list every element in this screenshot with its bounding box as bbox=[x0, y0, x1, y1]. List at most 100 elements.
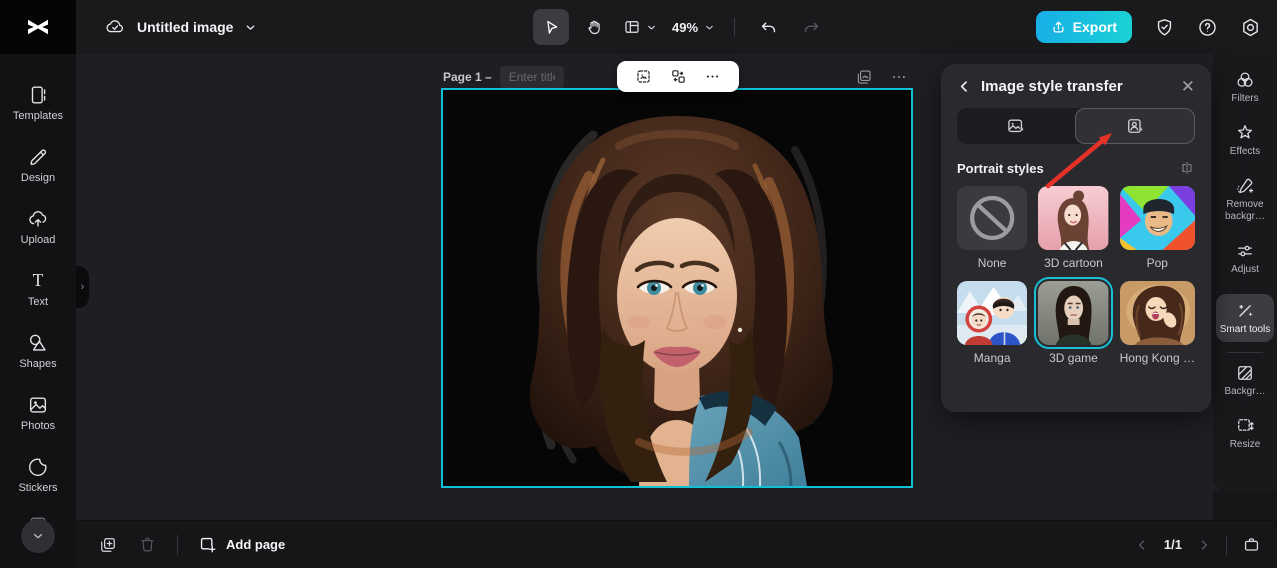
style-option-pop[interactable]: Pop bbox=[1119, 186, 1195, 270]
image-editor-app: Untitled image 49% Export Templates Desi… bbox=[0, 0, 1277, 568]
duplicate-page-button[interactable] bbox=[98, 535, 118, 555]
right-toolbar: Filters Effects Remove backgr… Adjust Sm… bbox=[1213, 54, 1277, 491]
style-mode-tabs bbox=[957, 108, 1195, 144]
style-option-manga[interactable]: Manga bbox=[957, 281, 1028, 365]
chevron-down-icon bbox=[648, 25, 655, 29]
shapes-icon bbox=[29, 334, 46, 351]
add-page-icon bbox=[200, 537, 216, 553]
portrait-style-grid: None 3D cartoon Pop Manga 3D game Hong K… bbox=[957, 186, 1195, 365]
app-logo[interactable] bbox=[0, 0, 76, 54]
page-label: Page 1 – bbox=[443, 70, 492, 84]
canvas-floating-toolbar bbox=[617, 61, 739, 92]
style-thumb-pop bbox=[1119, 186, 1195, 250]
compare-flip-icon[interactable] bbox=[1179, 160, 1195, 176]
page-indicator: 1/1 bbox=[1163, 537, 1182, 552]
duplicate-page-icon[interactable] bbox=[855, 68, 873, 86]
export-label: Export bbox=[1072, 19, 1117, 35]
sidebar-collapse-button[interactable] bbox=[21, 519, 55, 553]
panel-close-button[interactable]: ✕ bbox=[1181, 78, 1195, 95]
svg-text:T: T bbox=[33, 270, 44, 290]
style-thumb-3d-cartoon bbox=[1038, 186, 1109, 250]
tool-filters[interactable]: Filters bbox=[1216, 70, 1274, 105]
style-option-hong-kong[interactable]: Hong Kong … bbox=[1119, 281, 1195, 365]
left-sidebar: Templates Design Upload T Text Shapes Ph… bbox=[0, 54, 76, 568]
background-icon bbox=[1238, 366, 1252, 380]
divider bbox=[177, 534, 178, 555]
export-button[interactable]: Export bbox=[1035, 11, 1132, 43]
sidebar-item-shapes[interactable]: Shapes bbox=[0, 332, 76, 370]
remove-background-icon bbox=[1237, 178, 1254, 194]
image-style-transfer-panel: Image style transfer ✕ Portrait styles N… bbox=[941, 64, 1211, 412]
style-thumb-3d-game bbox=[1034, 277, 1113, 349]
cloud-sync-icon bbox=[104, 16, 126, 38]
panel-back-button[interactable] bbox=[957, 79, 972, 94]
sidebar-item-stickers[interactable]: Stickers bbox=[0, 456, 76, 494]
tool-resize[interactable]: Resize bbox=[1216, 416, 1274, 451]
canvas-page[interactable] bbox=[441, 88, 913, 488]
photos-icon bbox=[29, 397, 47, 413]
panel-expand-handle[interactable]: › bbox=[76, 266, 89, 308]
sidebar-item-design[interactable]: Design bbox=[0, 146, 76, 184]
tool-effects[interactable]: Effects bbox=[1216, 123, 1274, 158]
effects-star-icon bbox=[1237, 125, 1253, 139]
capcut-logo-icon bbox=[28, 19, 48, 35]
undo-button[interactable] bbox=[750, 9, 786, 45]
add-page-label: Add page bbox=[226, 537, 286, 552]
tool-background[interactable]: Backgr… bbox=[1216, 363, 1274, 398]
add-page-button[interactable]: Add page bbox=[198, 535, 285, 554]
redo-button[interactable] bbox=[793, 9, 829, 45]
filters-icon bbox=[1237, 72, 1253, 87]
divider bbox=[1227, 352, 1263, 353]
style-option-3d-game[interactable]: 3D game bbox=[1034, 277, 1113, 365]
hand-tool-button[interactable] bbox=[576, 9, 612, 45]
stickers-icon bbox=[29, 458, 47, 476]
divider bbox=[1226, 534, 1227, 555]
present-button[interactable] bbox=[1242, 535, 1261, 554]
divider bbox=[734, 18, 736, 36]
tab-portrait-style[interactable] bbox=[1075, 108, 1195, 144]
zoom-level: 49% bbox=[672, 19, 699, 35]
title-chevron-down-icon[interactable] bbox=[244, 21, 257, 34]
tool-smart-tools[interactable]: Smart tools bbox=[1216, 294, 1274, 342]
layout-icon bbox=[625, 21, 639, 33]
prohibited-icon bbox=[970, 195, 1015, 241]
layout-tool-button[interactable] bbox=[619, 9, 661, 45]
page-more-icon[interactable] bbox=[890, 68, 908, 86]
next-page-button[interactable] bbox=[1197, 538, 1211, 552]
bottom-bar: Add page 1/1 bbox=[76, 520, 1277, 568]
adjust-sliders-icon bbox=[1238, 245, 1252, 257]
previous-page-button[interactable] bbox=[1135, 538, 1149, 552]
zoom-dropdown[interactable]: 49% bbox=[668, 20, 719, 35]
style-option-3d-cartoon[interactable]: 3D cartoon bbox=[1038, 186, 1109, 270]
tab-image-style[interactable] bbox=[957, 108, 1075, 144]
chevron-down-icon bbox=[706, 25, 713, 29]
help-icon[interactable] bbox=[1197, 17, 1218, 38]
select-tool-button[interactable] bbox=[533, 9, 569, 45]
portrait-style-icon bbox=[1128, 119, 1143, 133]
sidebar-item-text[interactable]: T Text bbox=[0, 270, 76, 308]
top-bar: Untitled image 49% Export bbox=[0, 0, 1277, 54]
sidebar-item-upload[interactable]: Upload bbox=[0, 208, 76, 246]
sidebar-item-templates[interactable]: Templates bbox=[0, 84, 76, 122]
tool-remove-background[interactable]: Remove backgr… bbox=[1216, 176, 1274, 223]
sidebar-item-photos[interactable]: Photos bbox=[0, 394, 76, 432]
select-area-button[interactable] bbox=[635, 68, 652, 85]
style-option-none[interactable]: None bbox=[957, 186, 1028, 270]
replace-image-button[interactable] bbox=[670, 68, 687, 85]
settings-gear-icon[interactable] bbox=[1240, 17, 1261, 38]
section-title: Portrait styles bbox=[957, 160, 1044, 176]
templates-icon bbox=[31, 86, 46, 104]
delete-page-button[interactable] bbox=[138, 535, 157, 554]
upload-cloud-icon bbox=[29, 211, 47, 227]
panel-title: Image style transfer bbox=[981, 78, 1123, 95]
page-title-input[interactable] bbox=[499, 66, 564, 88]
text-icon: T bbox=[33, 270, 44, 290]
style-thumb-none bbox=[957, 186, 1028, 250]
magic-wand-icon bbox=[1239, 304, 1253, 317]
style-thumb-hong-kong bbox=[1119, 281, 1195, 345]
shield-check-icon[interactable] bbox=[1154, 17, 1175, 38]
design-icon bbox=[30, 149, 47, 166]
more-options-button[interactable] bbox=[704, 68, 721, 85]
tool-adjust[interactable]: Adjust bbox=[1216, 241, 1274, 276]
document-title[interactable]: Untitled image bbox=[137, 19, 233, 35]
